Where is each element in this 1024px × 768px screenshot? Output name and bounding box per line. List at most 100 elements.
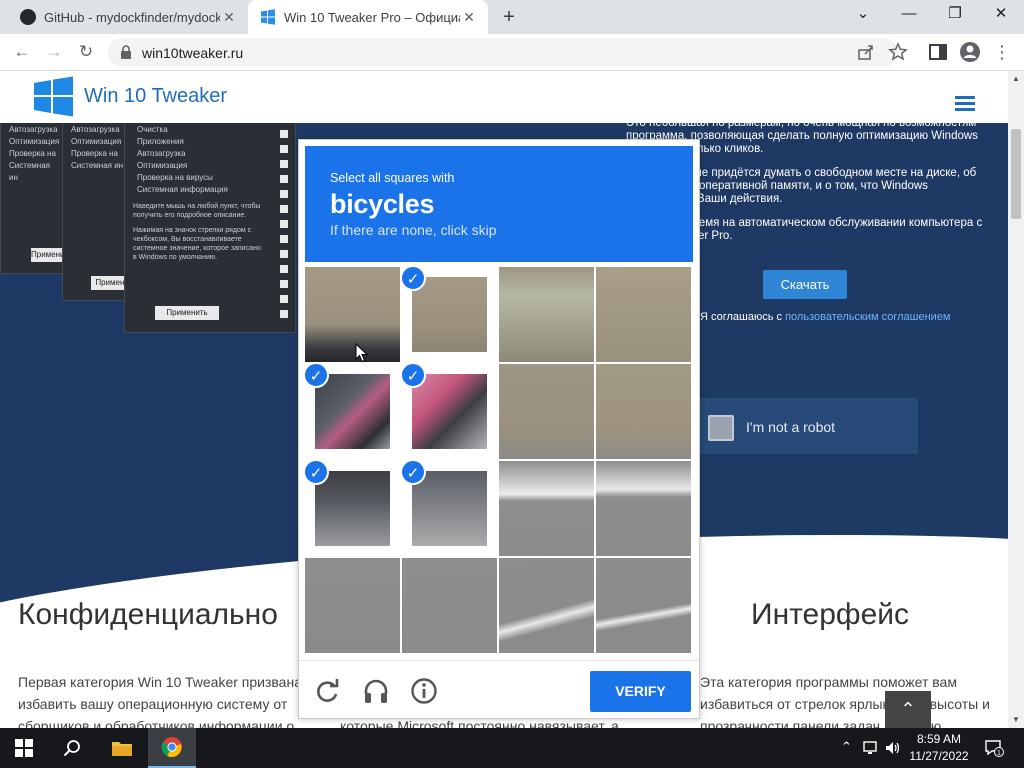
reload-challenge-icon[interactable] xyxy=(313,676,343,706)
hamburger-menu-icon[interactable] xyxy=(955,96,975,112)
clock-date: 11/27/2022 xyxy=(909,749,969,763)
screenshot-menu-item: Приложения xyxy=(137,137,184,146)
captcha-tile[interactable]: ✓ xyxy=(402,267,497,362)
tab-close-icon[interactable]: ✕ xyxy=(220,9,238,26)
notification-count: 1 xyxy=(997,750,1001,757)
tab-win10tweaker[interactable]: Win 10 Tweaker Pro – Официаль ✕ xyxy=(248,0,488,34)
screenshot-menu-item: Системная информация xyxy=(137,185,228,194)
taskbar-chrome[interactable] xyxy=(148,728,196,768)
forward-button[interactable]: → xyxy=(42,40,66,64)
verify-button[interactable]: VERIFY xyxy=(590,671,691,712)
share-icon[interactable] xyxy=(856,42,876,62)
tab-close-icon[interactable]: ✕ xyxy=(460,9,478,26)
bookmark-star-icon[interactable] xyxy=(888,42,908,62)
start-button[interactable] xyxy=(0,728,48,768)
mouse-cursor-icon xyxy=(355,343,369,363)
captcha-tile-image xyxy=(596,267,691,362)
section-text-interface: Эта категория программы поможет вам изба… xyxy=(700,674,990,728)
captcha-tile-image xyxy=(402,558,497,653)
download-button[interactable]: Скачать xyxy=(763,270,847,299)
network-icon[interactable] xyxy=(862,740,880,756)
agreement-text: Я соглашаюсь с пользовательским соглашен… xyxy=(700,311,951,323)
taskbar-file-explorer[interactable] xyxy=(98,728,146,768)
screenshot-menu-item: Автозагрузка xyxy=(137,149,186,158)
captcha-tile[interactable] xyxy=(596,364,691,459)
address-bar[interactable]: win10tweaker.ru xyxy=(108,38,908,67)
win10tweaker-logo[interactable] xyxy=(33,76,74,117)
page-scrollbar[interactable]: ▲ ▼ xyxy=(1008,71,1024,728)
app-screenshot-back: Автозагрузка Оптимизация Проверка на Сис… xyxy=(0,123,72,274)
screenshot-text: Автозагрузка xyxy=(9,125,58,134)
new-tab-button[interactable]: + xyxy=(498,7,520,29)
recaptcha-checkbox[interactable] xyxy=(708,415,734,441)
captcha-tile[interactable] xyxy=(499,558,594,653)
captcha-tile-image xyxy=(596,558,691,653)
notifications-icon[interactable]: 1 xyxy=(984,738,1004,758)
captcha-tile[interactable] xyxy=(305,267,400,362)
captcha-tile[interactable] xyxy=(596,461,691,556)
screenshot-menu-item: Оптимизация xyxy=(137,161,188,170)
screenshot-hint: Нажимая на значок стрелки рядом с чекбок… xyxy=(133,227,261,261)
site-header: Win 10 Tweaker xyxy=(0,71,1008,123)
agreement-label: Я соглашаюсь с xyxy=(700,311,786,323)
screenshot-menu-item: Очистка xyxy=(137,125,168,134)
url-text[interactable]: win10tweaker.ru xyxy=(142,45,243,61)
restore-button[interactable]: ❐ xyxy=(932,0,978,30)
audio-challenge-icon[interactable] xyxy=(361,676,391,706)
minimize-button[interactable]: — xyxy=(886,0,932,30)
captcha-tile[interactable]: ✓ xyxy=(402,364,497,459)
captcha-tile[interactable] xyxy=(596,558,691,653)
captcha-tile-image xyxy=(499,364,594,459)
windows-start-icon xyxy=(15,739,33,757)
system-clock[interactable]: 8:59 AM 11/27/2022 xyxy=(903,731,975,765)
user-agreement-link[interactable]: пользовательским соглашением xyxy=(785,311,950,323)
reload-button[interactable]: ↻ xyxy=(74,40,98,64)
tab-search-icon[interactable]: ⌄ xyxy=(840,0,886,30)
captcha-tile[interactable] xyxy=(402,558,497,653)
recaptcha-checkbox-widget: I'm not a robot xyxy=(698,398,918,454)
screenshot-checkbox-column xyxy=(270,123,290,343)
github-icon xyxy=(20,9,36,25)
tray-chevron-icon[interactable]: ⌃ xyxy=(841,739,852,755)
profile-avatar-icon[interactable] xyxy=(958,40,982,64)
captcha-tile-image xyxy=(412,471,487,546)
challenge-hint: If there are none, click skip xyxy=(330,222,497,238)
scrollbar-thumb[interactable] xyxy=(1011,129,1021,219)
captcha-tile[interactable] xyxy=(499,461,594,556)
captcha-tile[interactable]: ✓ xyxy=(402,461,497,556)
captcha-tile-image xyxy=(315,471,390,546)
scroll-down-arrow-icon[interactable]: ▼ xyxy=(1008,712,1024,728)
side-panel-icon[interactable] xyxy=(926,40,950,64)
captcha-tile[interactable] xyxy=(499,267,594,362)
captcha-tile[interactable]: ✓ xyxy=(305,461,400,556)
close-window-button[interactable]: ✕ xyxy=(978,0,1024,30)
captcha-tile[interactable] xyxy=(305,558,400,653)
screenshot-hint: Наведите мышь на любой пункт, чтобы полу… xyxy=(133,203,261,219)
tab-strip: GitHub - mydockfinder/mydockfi ✕ Win 10 … xyxy=(0,0,1024,34)
captcha-tile-image xyxy=(315,374,390,449)
tab-github[interactable]: GitHub - mydockfinder/mydockfi ✕ xyxy=(8,0,248,34)
section-title-interface: Интерфейс xyxy=(751,598,910,631)
screenshot-apply-button: Применить xyxy=(155,306,219,320)
captcha-tile[interactable] xyxy=(596,267,691,362)
challenge-footer: VERIFY xyxy=(299,660,699,718)
menu-kebab-icon[interactable]: ⋮ xyxy=(990,40,1014,64)
site-brand[interactable]: Win 10 Tweaker xyxy=(84,85,227,108)
challenge-target: bicycles xyxy=(330,189,435,219)
captcha-tile-image xyxy=(412,277,487,352)
back-button[interactable]: ← xyxy=(10,40,34,64)
scroll-to-top-button[interactable]: ⌃ xyxy=(885,691,931,728)
captcha-tile-image xyxy=(499,461,594,556)
captcha-tile[interactable]: ✓ xyxy=(305,364,400,459)
captcha-tile[interactable] xyxy=(499,364,594,459)
captcha-tile-image xyxy=(412,374,487,449)
challenge-instruction: Select all squares with xyxy=(330,171,455,185)
captcha-tile-image xyxy=(596,364,691,459)
lock-icon[interactable] xyxy=(120,45,132,59)
captcha-tile-image xyxy=(596,461,691,556)
scroll-up-arrow-icon[interactable]: ▲ xyxy=(1008,71,1024,87)
volume-icon[interactable] xyxy=(884,740,902,756)
screenshot-text: Проверка на xyxy=(9,149,56,158)
taskbar-search-button[interactable] xyxy=(48,728,96,768)
info-icon[interactable] xyxy=(409,676,439,706)
